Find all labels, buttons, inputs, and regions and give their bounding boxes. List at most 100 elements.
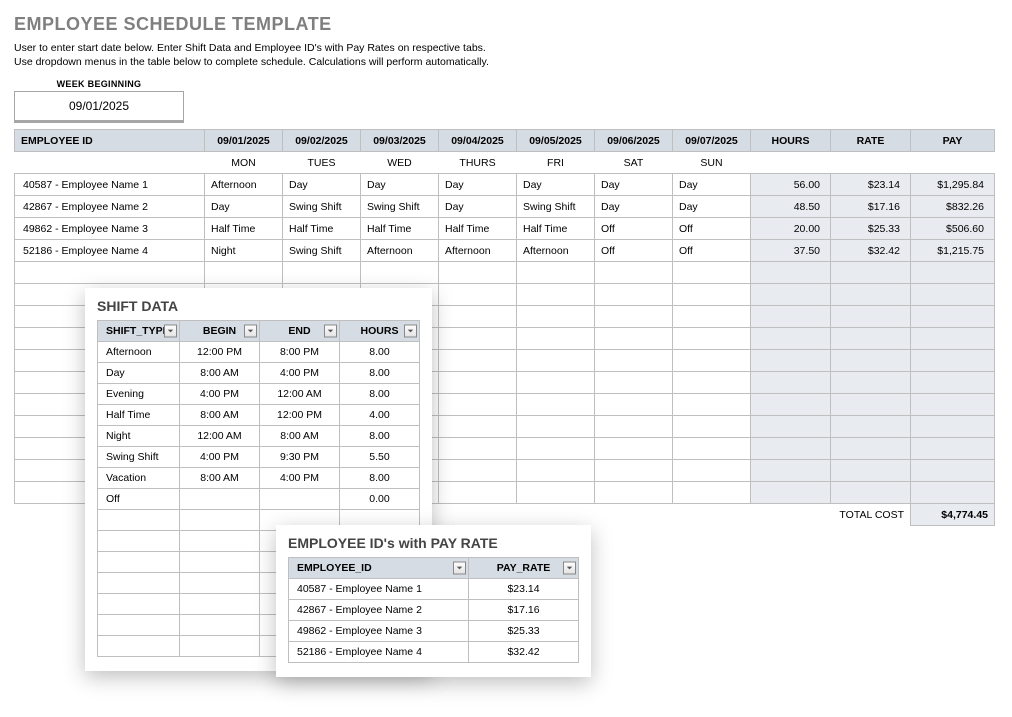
empty-cell[interactable] bbox=[180, 636, 260, 657]
empty-cell[interactable] bbox=[439, 438, 517, 460]
empty-cell[interactable] bbox=[98, 552, 180, 573]
shift-cell[interactable]: Day bbox=[283, 174, 361, 196]
shift-header-begin[interactable]: BEGIN bbox=[180, 321, 260, 342]
employee-id-cell[interactable]: 40587 - Employee Name 1 bbox=[15, 174, 205, 196]
empty-cell[interactable] bbox=[517, 460, 595, 482]
shift-begin-cell[interactable]: 8:00 AM bbox=[180, 468, 260, 489]
empty-cell[interactable] bbox=[595, 284, 673, 306]
empty-cell[interactable] bbox=[98, 531, 180, 552]
empty-cell[interactable] bbox=[751, 328, 831, 350]
empty-cell[interactable] bbox=[751, 284, 831, 306]
empty-cell[interactable] bbox=[831, 372, 911, 394]
shift-hours-cell[interactable]: 8.00 bbox=[340, 363, 420, 384]
shift-type-cell[interactable]: Night bbox=[98, 426, 180, 447]
empty-cell[interactable] bbox=[517, 328, 595, 350]
shift-type-cell[interactable]: Half Time bbox=[98, 405, 180, 426]
shift-cell[interactable]: Half Time bbox=[517, 218, 595, 240]
empty-cell[interactable] bbox=[673, 372, 751, 394]
empty-cell[interactable] bbox=[517, 350, 595, 372]
shift-cell[interactable]: Off bbox=[595, 240, 673, 262]
empty-cell[interactable] bbox=[673, 416, 751, 438]
shift-end-cell[interactable]: 8:00 AM bbox=[260, 426, 340, 447]
shift-begin-cell[interactable] bbox=[180, 489, 260, 510]
shift-begin-cell[interactable]: 4:00 PM bbox=[180, 384, 260, 405]
empty-cell[interactable] bbox=[439, 306, 517, 328]
shift-cell[interactable]: Day bbox=[361, 174, 439, 196]
empty-cell[interactable] bbox=[517, 482, 595, 504]
empty-cell[interactable] bbox=[595, 482, 673, 504]
empty-cell[interactable] bbox=[751, 306, 831, 328]
empty-cell[interactable] bbox=[911, 262, 995, 284]
empty-cell[interactable] bbox=[911, 350, 995, 372]
shift-cell[interactable]: Swing Shift bbox=[283, 240, 361, 262]
pay-rate-cell[interactable]: $25.33 bbox=[469, 621, 579, 642]
empty-cell[interactable] bbox=[831, 328, 911, 350]
shift-hours-cell[interactable]: 8.00 bbox=[340, 426, 420, 447]
empty-cell[interactable] bbox=[98, 510, 180, 531]
pay-header-rate[interactable]: PAY_RATE bbox=[469, 558, 579, 579]
employee-id-cell[interactable]: 52186 - Employee Name 4 bbox=[15, 240, 205, 262]
shift-begin-cell[interactable]: 8:00 AM bbox=[180, 405, 260, 426]
pay-rate-cell[interactable]: $32.42 bbox=[469, 642, 579, 663]
empty-cell[interactable] bbox=[911, 328, 995, 350]
empty-cell[interactable] bbox=[831, 350, 911, 372]
empty-cell[interactable] bbox=[751, 416, 831, 438]
empty-cell[interactable] bbox=[517, 372, 595, 394]
empty-cell[interactable] bbox=[205, 262, 283, 284]
empty-cell[interactable] bbox=[911, 460, 995, 482]
employee-id-cell[interactable]: 42867 - Employee Name 2 bbox=[15, 196, 205, 218]
empty-cell[interactable] bbox=[673, 394, 751, 416]
empty-cell[interactable] bbox=[517, 416, 595, 438]
empty-cell[interactable] bbox=[595, 328, 673, 350]
shift-cell[interactable]: Swing Shift bbox=[283, 196, 361, 218]
filter-icon[interactable] bbox=[164, 325, 177, 338]
empty-cell[interactable] bbox=[831, 284, 911, 306]
empty-cell[interactable] bbox=[595, 416, 673, 438]
empty-cell[interactable] bbox=[439, 460, 517, 482]
shift-cell[interactable]: Swing Shift bbox=[517, 196, 595, 218]
shift-cell[interactable]: Day bbox=[673, 174, 751, 196]
shift-type-cell[interactable]: Swing Shift bbox=[98, 447, 180, 468]
empty-cell[interactable] bbox=[831, 394, 911, 416]
empty-cell[interactable] bbox=[361, 262, 439, 284]
empty-cell[interactable] bbox=[180, 594, 260, 615]
shift-type-cell[interactable]: Evening bbox=[98, 384, 180, 405]
shift-cell[interactable]: Half Time bbox=[361, 218, 439, 240]
empty-cell[interactable] bbox=[98, 594, 180, 615]
shift-hours-cell[interactable]: 0.00 bbox=[340, 489, 420, 510]
empty-cell[interactable] bbox=[911, 438, 995, 460]
shift-end-cell[interactable]: 9:30 PM bbox=[260, 447, 340, 468]
empty-cell[interactable] bbox=[15, 262, 205, 284]
empty-cell[interactable] bbox=[439, 284, 517, 306]
empty-cell[interactable] bbox=[751, 350, 831, 372]
shift-cell[interactable]: Afternoon bbox=[205, 174, 283, 196]
shift-end-cell[interactable]: 8:00 PM bbox=[260, 342, 340, 363]
shift-cell[interactable]: Afternoon bbox=[361, 240, 439, 262]
empty-cell[interactable] bbox=[673, 262, 751, 284]
empty-cell[interactable] bbox=[439, 482, 517, 504]
filter-icon[interactable] bbox=[563, 562, 576, 575]
shift-cell[interactable]: Night bbox=[205, 240, 283, 262]
empty-cell[interactable] bbox=[831, 262, 911, 284]
empty-cell[interactable] bbox=[98, 636, 180, 657]
shift-type-cell[interactable]: Afternoon bbox=[98, 342, 180, 363]
shift-cell[interactable]: Day bbox=[205, 196, 283, 218]
shift-end-cell[interactable]: 4:00 PM bbox=[260, 468, 340, 489]
shift-cell[interactable]: Day bbox=[439, 174, 517, 196]
shift-cell[interactable]: Off bbox=[673, 218, 751, 240]
empty-cell[interactable] bbox=[831, 416, 911, 438]
empty-cell[interactable] bbox=[911, 306, 995, 328]
empty-cell[interactable] bbox=[911, 284, 995, 306]
pay-rate-cell[interactable]: $23.14 bbox=[469, 579, 579, 600]
empty-cell[interactable] bbox=[673, 284, 751, 306]
empty-cell[interactable] bbox=[439, 394, 517, 416]
pay-id-cell[interactable]: 49862 - Employee Name 3 bbox=[289, 621, 469, 642]
empty-cell[interactable] bbox=[439, 262, 517, 284]
empty-cell[interactable] bbox=[98, 615, 180, 636]
shift-type-cell[interactable]: Day bbox=[98, 363, 180, 384]
pay-id-cell[interactable]: 42867 - Employee Name 2 bbox=[289, 600, 469, 621]
shift-begin-cell[interactable]: 8:00 AM bbox=[180, 363, 260, 384]
shift-type-cell[interactable]: Off bbox=[98, 489, 180, 510]
empty-cell[interactable] bbox=[673, 350, 751, 372]
empty-cell[interactable] bbox=[911, 416, 995, 438]
